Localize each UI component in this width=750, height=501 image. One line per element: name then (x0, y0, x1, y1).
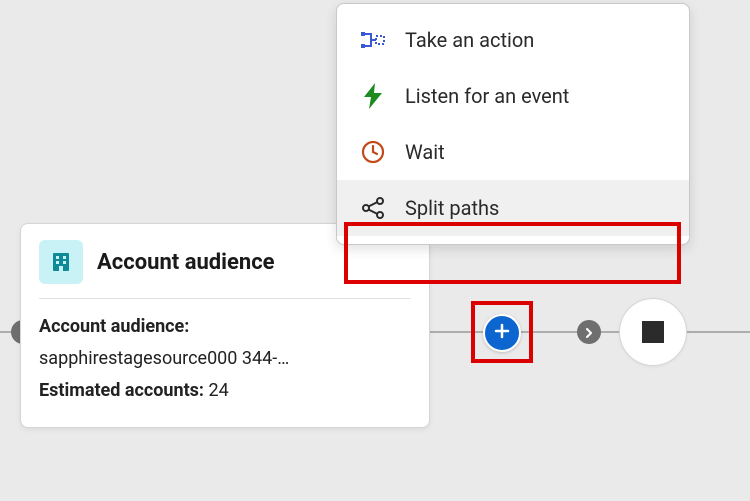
node-detail-label: Account audience: (39, 316, 189, 337)
menu-item-take-action[interactable]: Take an action (337, 12, 689, 68)
menu-item-wait[interactable]: Wait (337, 124, 689, 180)
next-chevron[interactable] (577, 320, 601, 344)
node-header: Account audience (39, 240, 411, 299)
menu-item-label: Wait (405, 140, 445, 164)
stop-icon (642, 321, 664, 343)
node-est-value: 24 (208, 380, 228, 401)
node-detail-value-row: sapphirestagesource000 344-… (39, 345, 411, 373)
node-est-row: Estimated accounts: 24 (39, 377, 411, 405)
plus-icon (494, 323, 510, 343)
menu-item-label: Split paths (405, 196, 499, 220)
building-icon (39, 240, 83, 284)
add-node-menu: Take an action Listen for an event Wait … (336, 3, 690, 245)
node-est-label: Estimated accounts: (39, 380, 204, 401)
node-card-account-audience[interactable]: Account audience Account audience: sapph… (20, 223, 430, 428)
node-detail-value: sapphirestagesource000 344-… (39, 348, 289, 369)
split-icon (359, 194, 387, 222)
end-node[interactable] (619, 298, 687, 366)
node-detail-row: Account audience: (39, 313, 411, 341)
bolt-icon (359, 82, 387, 110)
menu-item-split-paths[interactable]: Split paths (337, 180, 689, 236)
node-title: Account audience (97, 250, 275, 275)
menu-item-label: Take an action (405, 28, 534, 52)
menu-item-listen-event[interactable]: Listen for an event (337, 68, 689, 124)
add-node-button[interactable] (483, 314, 521, 352)
node-body: Account audience: sapphirestagesource000… (39, 313, 411, 405)
action-icon (359, 26, 387, 54)
chevron-right-icon (584, 323, 594, 342)
menu-item-label: Listen for an event (405, 84, 569, 108)
clock-icon (359, 138, 387, 166)
